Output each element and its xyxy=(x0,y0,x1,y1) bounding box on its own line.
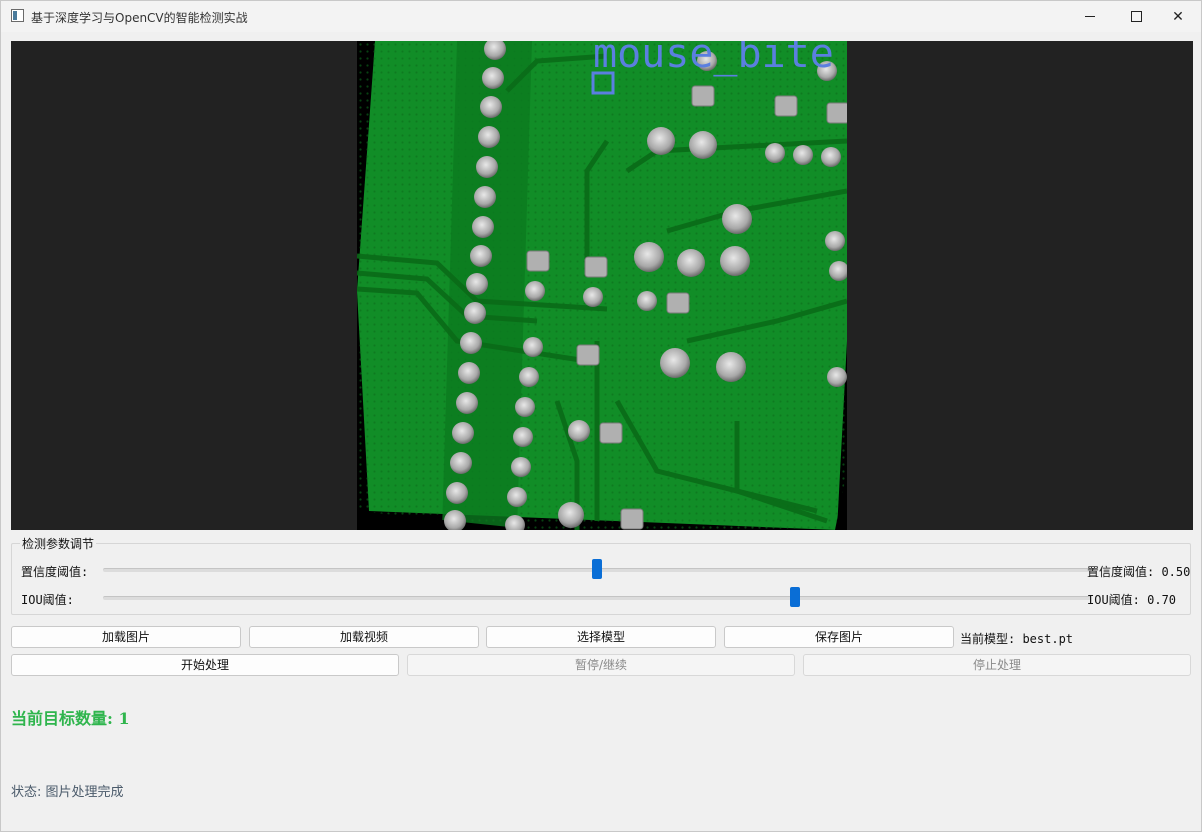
maximize-button[interactable] xyxy=(1113,1,1159,32)
image-display: mouse_bite xyxy=(11,41,1193,530)
pause-resume-button[interactable]: 暂停/继续 xyxy=(407,654,795,676)
iou-slider-handle[interactable] xyxy=(789,587,800,607)
title-bar: 基于深度学习与OpenCV的智能检测实战 ✕ xyxy=(1,1,1201,32)
target-count: 当前目标数量: 1 xyxy=(11,709,130,728)
select-model-button[interactable]: 选择模型 xyxy=(486,626,716,648)
main-window: 基于深度学习与OpenCV的智能检测实战 ✕ mouse_bite 检测参数调节… xyxy=(0,0,1202,832)
app-icon xyxy=(11,9,24,22)
load-video-button[interactable]: 加载视频 xyxy=(249,626,479,648)
iou-threshold-label: IOU阈值: xyxy=(21,593,74,607)
conf-slider-handle[interactable] xyxy=(592,559,602,579)
iou-threshold-slider[interactable] xyxy=(103,587,1091,607)
save-image-button[interactable]: 保存图片 xyxy=(724,626,954,648)
current-model-label: 当前模型: best.pt xyxy=(960,632,1074,646)
iou-threshold-value: IOU阈值: 0.70 xyxy=(1087,593,1177,607)
iou-slider-groove xyxy=(103,596,1091,600)
conf-threshold-slider[interactable] xyxy=(103,559,1091,579)
params-group-title: 检测参数调节 xyxy=(20,535,97,552)
maximize-icon xyxy=(1130,11,1142,22)
stop-processing-button[interactable]: 停止处理 xyxy=(803,654,1191,676)
conf-threshold-label: 置信度阈值: xyxy=(21,565,89,579)
load-image-button[interactable]: 加载图片 xyxy=(11,626,241,648)
status-text: 状态: 图片处理完成 xyxy=(11,785,124,800)
pcb-image: mouse_bite xyxy=(357,41,847,530)
params-groupbox: 检测参数调节 置信度阈值: 置信度阈值: 0.50 IOU阈值: IOU阈值: … xyxy=(11,535,1191,615)
window-title: 基于深度学习与OpenCV的智能检测实战 xyxy=(31,11,248,25)
conf-threshold-value: 置信度阈值: 0.50 xyxy=(1087,565,1191,579)
start-processing-button[interactable]: 开始处理 xyxy=(11,654,399,676)
close-button[interactable]: ✕ xyxy=(1155,1,1201,32)
pcb-graphic: mouse_bite xyxy=(357,41,847,530)
minimize-icon xyxy=(1085,16,1095,17)
close-icon: ✕ xyxy=(1172,8,1184,25)
detection-label: mouse_bite xyxy=(593,41,834,77)
minimize-button[interactable] xyxy=(1067,1,1113,32)
